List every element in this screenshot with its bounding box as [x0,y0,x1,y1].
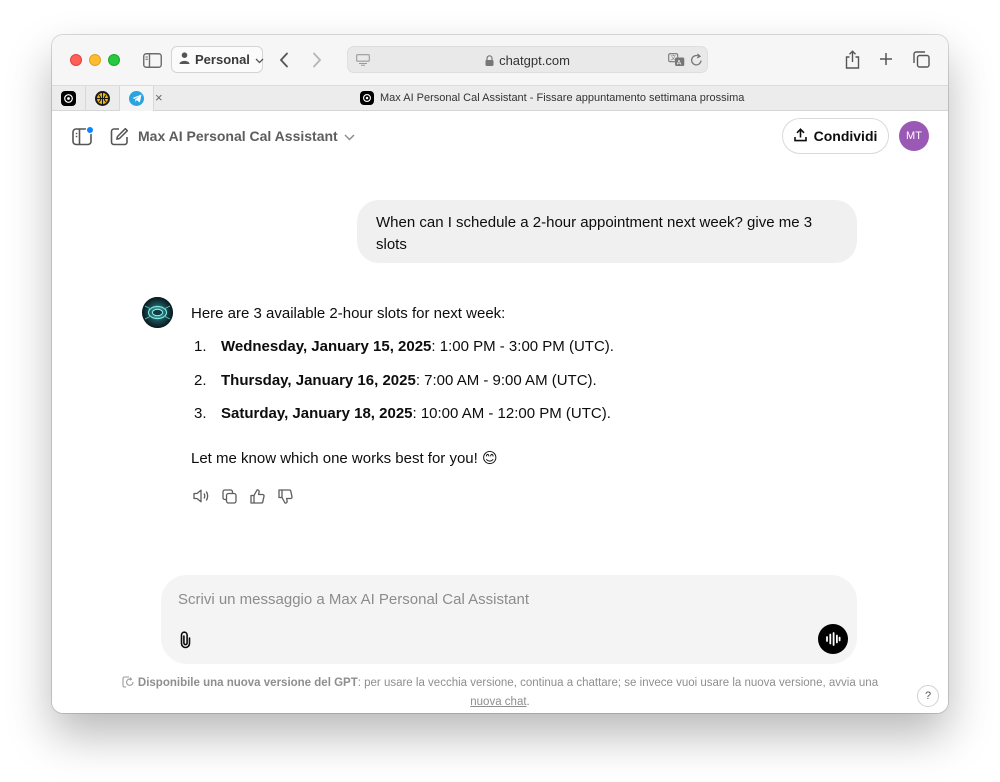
read-aloud-icon[interactable] [192,487,210,505]
notice-text: : per usare la vecchia versione, continu… [357,677,879,689]
upload-icon [793,127,807,145]
slot-date: Wednesday, January 15, 2025 [221,338,432,355]
browser-window: Personal chatgpt.com A文 × Max AI Persona… [52,35,948,713]
new-chat-link[interactable]: nuova chat [470,696,526,708]
user-message-bubble: When can I schedule a 2-hour appointment… [357,200,857,263]
back-arrow-icon[interactable] [274,49,294,71]
pinned-tab-2[interactable] [86,86,120,111]
browser-toolbar: Personal chatgpt.com A文 [52,35,948,85]
close-tab-icon[interactable]: × [155,90,163,105]
message-composer [161,575,857,664]
list-number: 2. [194,371,207,389]
lock-icon [485,54,494,69]
telegram-logo-icon [129,91,144,106]
profile-selector[interactable]: Personal [171,46,264,73]
gpt-avatar [142,297,173,328]
svg-text:A: A [676,59,681,67]
svg-text:文: 文 [670,54,676,62]
message-actions [192,487,294,505]
pinned-tab-chatgpt[interactable] [52,86,86,111]
address-bar[interactable]: chatgpt.com A文 [347,46,708,73]
slot-time: : 10:00 AM - 12:00 PM (UTC). [412,405,611,422]
waveform-icon [826,632,841,646]
tab-title-text: Max AI Personal Cal Assistant - Fissare … [380,92,745,104]
slots-list: 1. Wednesday, January 15, 2025: 1:00 PM … [191,338,841,439]
sidebar-toggle-icon[interactable] [142,50,162,70]
attach-paperclip-icon[interactable] [174,628,196,650]
slot-date: Thursday, January 16, 2025 [221,371,416,389]
url-display: chatgpt.com [348,53,707,69]
share-label: Condividi [813,128,878,144]
globe-logo-icon [95,91,110,106]
reload-icon[interactable] [688,52,704,68]
profile-label: Personal [195,52,250,67]
list-item: 3. Saturday, January 18, 2025: 10:00 AM … [191,405,841,439]
notice-end: . [526,696,530,708]
openai-logo-icon [61,91,76,106]
list-item: 2. Thursday, January 16, 2025: 7:00 AM -… [191,372,841,406]
tab-bar: × Max AI Personal Cal Assistant - Fissar… [52,85,948,111]
thumbs-up-icon[interactable] [248,487,266,505]
pinned-tab-telegram[interactable] [120,86,154,111]
slot-time: : 1:00 PM - 3:00 PM (UTC). [431,338,614,355]
new-tab-plus-icon[interactable] [876,49,896,69]
list-number: 1. [194,338,207,355]
list-item: 1. Wednesday, January 15, 2025: 1:00 PM … [191,338,841,372]
forward-arrow-icon[interactable] [307,49,327,71]
url-text: chatgpt.com [499,53,570,68]
message-input[interactable] [178,588,778,610]
active-tab[interactable]: Max AI Personal Cal Assistant - Fissare … [360,91,744,105]
refresh-gpt-icon [122,676,134,694]
user-avatar[interactable]: MT [899,121,929,151]
assistant-message: Here are 3 available 2-hour slots for ne… [191,304,841,469]
sidebar-open-icon[interactable] [71,125,95,147]
copy-icon[interactable] [220,487,238,505]
slot-time: : 7:00 AM - 9:00 AM (UTC). [415,371,597,389]
chat-app: Max AI Personal Cal Assistant Condividi … [52,111,948,713]
voice-mode-button[interactable] [818,624,848,654]
minimize-window-button[interactable] [89,54,101,66]
slot-date: Saturday, January 18, 2025 [221,405,413,422]
gpt-name-label: Max AI Personal Cal Assistant [138,128,338,144]
list-number: 3. [194,405,207,422]
close-window-button[interactable] [70,54,82,66]
new-chat-edit-icon[interactable] [108,125,130,147]
share-page-icon[interactable] [842,48,862,70]
help-button[interactable]: ? [917,685,939,707]
person-icon [179,52,190,67]
notice-title: Disponibile una nuova versione del GPT [137,677,358,689]
openai-logo-icon [360,91,374,105]
chevron-down-icon [255,52,264,67]
assistant-closing: Let me know which one works best for you… [191,449,498,467]
share-button[interactable]: Condividi [782,118,889,154]
thumbs-down-icon[interactable] [276,487,294,505]
assistant-intro: Here are 3 available 2-hour slots for ne… [191,305,506,322]
chevron-down-icon [344,128,355,144]
new-version-notice: Disponibile una nuova versione del GPT: … [112,675,888,711]
tab-overview-icon[interactable] [911,49,931,69]
gpt-model-selector[interactable]: Max AI Personal Cal Assistant [138,128,355,144]
zoom-window-button[interactable] [108,54,120,66]
translate-icon[interactable]: A文 [667,52,685,68]
